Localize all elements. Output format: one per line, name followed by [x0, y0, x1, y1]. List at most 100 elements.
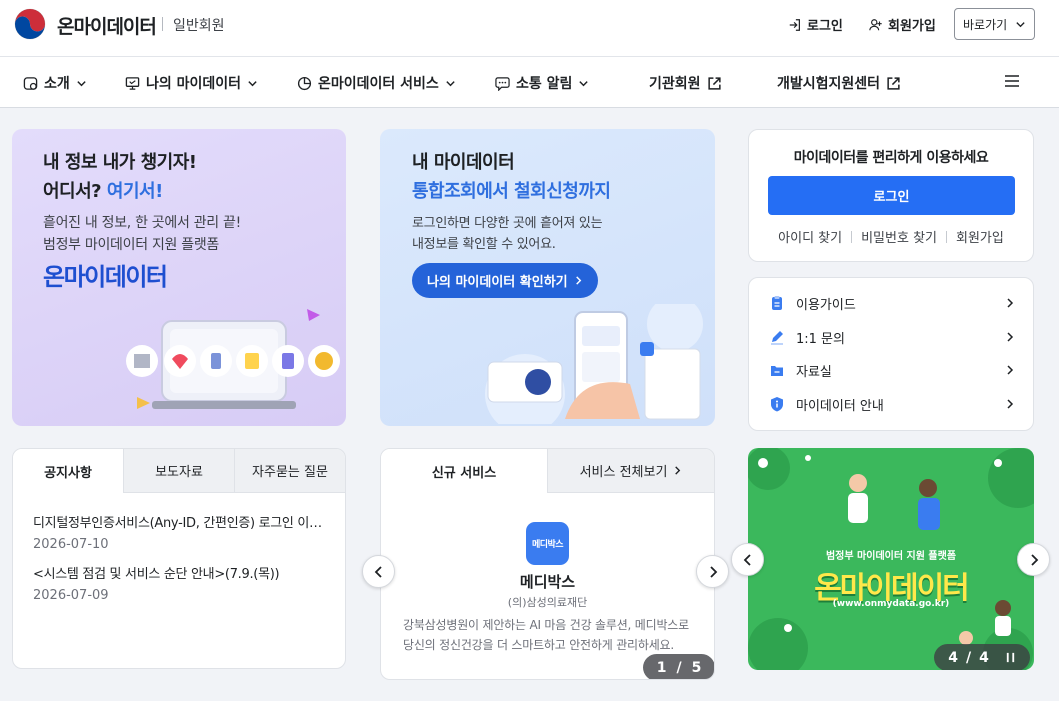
link-divider	[851, 230, 853, 243]
external-link-icon	[707, 76, 721, 90]
info-shield-icon	[771, 397, 783, 412]
notice-title: <시스템 점검 및 서비스 순단 안내>(7.9.(목))	[33, 567, 280, 582]
pager-total: 5	[691, 659, 702, 676]
quick-menu-card: 이용가이드 1:1 문의 자료실 마이데이터 안내	[748, 277, 1034, 431]
hero2-desc1: 로그인하면 다양한 곳에 흩어져 있는	[412, 216, 603, 231]
intro-icon	[23, 76, 38, 90]
chevron-right-icon	[709, 565, 717, 578]
nav-onmydata-service[interactable]: 온마이데이터 서비스	[297, 73, 456, 93]
signup-link[interactable]: 회원가입	[956, 227, 1004, 246]
pause-icon[interactable]	[1005, 652, 1016, 663]
chevron-right-icon	[675, 466, 681, 475]
main-nav: 소개 나의 마이데이터 온마이데이터 서비스 소통 알림 기관회원 개발시험지원…	[0, 57, 1059, 108]
chevron-right-icon	[1007, 365, 1014, 375]
pager-current: 1	[656, 659, 667, 676]
medibox-logo[interactable]: 메디박스	[526, 522, 569, 565]
hero-card-intro[interactable]: 내 정보 내가 챙기자! 어디서? 여기서! 흩어진 내 정보, 한 곳에서 관…	[12, 129, 346, 426]
nav-my-mydata-label: 나의 마이데이터	[146, 76, 242, 92]
chevron-down-icon	[579, 80, 589, 86]
goto-label: 바로가기	[963, 17, 1008, 32]
nav-dev-test-label: 개발시험지원센터	[777, 76, 881, 92]
pie-chart-icon	[297, 76, 312, 90]
menu-mydata-guide-label: 마이데이터 안내	[796, 398, 884, 414]
service-prev-button[interactable]	[362, 555, 395, 588]
menu-mydata-guide[interactable]: 마이데이터 안내	[749, 389, 1033, 419]
nav-onmydata-service-label: 온마이데이터 서비스	[318, 76, 439, 92]
login-button[interactable]: 로그인	[768, 176, 1015, 215]
goto-dropdown[interactable]: 바로가기	[954, 8, 1035, 40]
chevron-left-icon	[743, 553, 751, 566]
clipboard-icon	[772, 296, 782, 310]
tab-new-service[interactable]: 신규 서비스	[381, 449, 547, 493]
menu-resources[interactable]: 자료실	[749, 355, 1033, 385]
chat-bubble-icon	[495, 76, 510, 91]
chevron-down-icon	[77, 80, 86, 86]
chevron-right-icon	[1007, 399, 1014, 409]
nav-intro[interactable]: 소개	[23, 73, 87, 93]
cta-label: 나의 마이데이터 확인하기	[427, 275, 568, 290]
menu-inquiry-label: 1:1 문의	[796, 331, 845, 347]
chevron-right-icon	[1007, 332, 1014, 342]
chevron-down-icon	[446, 80, 455, 86]
notice-item[interactable]: <시스템 점검 및 서비스 순단 안내>(7.9.(목)) 2026-07-09	[33, 563, 333, 603]
menu-usage-guide-label: 이용가이드	[796, 297, 856, 313]
find-id-link[interactable]: 아이디 찾기	[778, 227, 842, 246]
tab-all-services-label: 서비스 전체보기	[579, 465, 668, 480]
chevron-down-icon	[1016, 21, 1025, 27]
menu-usage-guide[interactable]: 이용가이드	[749, 288, 1033, 318]
hero-card-mydata[interactable]: 내 마이데이터 통합조회에서 철회신청까지 로그인하면 다양한 곳에 흩어져 있…	[380, 129, 715, 426]
menu-inquiry[interactable]: 1:1 문의	[749, 322, 1033, 352]
service-org: (의)삼성의료재단	[507, 596, 588, 609]
tab-notice[interactable]: 공지사항	[13, 449, 123, 493]
tab-faq[interactable]: 자주묻는 질문	[234, 449, 345, 493]
tab-all-services[interactable]: 서비스 전체보기	[547, 449, 714, 493]
header-login-link[interactable]: 로그인	[788, 15, 843, 34]
external-link-icon	[887, 76, 900, 90]
hero1-line2-a: 어디서?	[43, 181, 102, 202]
chevron-right-icon	[1007, 298, 1014, 308]
nav-communication-label: 소통 알림	[516, 76, 573, 92]
pager-current: 4	[948, 649, 958, 666]
tab-press[interactable]: 보도자료	[123, 449, 234, 493]
pager-total: 4	[979, 649, 989, 666]
nav-institution-member[interactable]: 기관회원	[649, 73, 722, 93]
banner-next-button[interactable]	[1017, 543, 1050, 576]
service-name[interactable]: 메디박스	[381, 571, 714, 592]
account-links: 아이디 찾기 비밀번호 찾기 회원가입	[749, 227, 1033, 246]
chevron-right-icon	[575, 276, 581, 285]
brand-divider	[162, 17, 163, 31]
service-next-button[interactable]	[696, 555, 729, 588]
promo-banner[interactable]: 범정부 마이데이터 지원 플랫폼 온마이데이터 (www.onmydata.go…	[748, 448, 1034, 670]
notice-board: 공지사항 보도자료 자주묻는 질문 디지털정부인증서비스(Any-ID, 간편인…	[12, 448, 346, 669]
header-login-label: 로그인	[807, 19, 843, 34]
check-my-mydata-button[interactable]: 나의 마이데이터 확인하기	[412, 263, 598, 298]
hero1-line2-b: 여기서!	[106, 181, 163, 202]
hero1-line1: 내 정보 내가 챙기자!	[43, 152, 197, 173]
notice-date: 2026-07-09	[33, 588, 109, 603]
nav-dev-test-center[interactable]: 개발시험지원센터	[777, 73, 901, 93]
nav-my-mydata[interactable]: 나의 마이데이터	[125, 73, 258, 93]
pencil-icon	[771, 331, 783, 345]
new-service-card: 신규 서비스 서비스 전체보기 메디박스 메디박스 (의)삼성의료재단 강북삼성…	[380, 448, 715, 680]
banner-prev-button[interactable]	[731, 543, 764, 576]
notice-date: 2026-07-10	[33, 537, 109, 552]
hamburger-menu-icon[interactable]	[1004, 74, 1020, 88]
nav-communication[interactable]: 소통 알림	[495, 73, 589, 93]
login-icon	[789, 18, 800, 31]
service-description: 강북삼성병원이 제안하는 AI 마음 건강 솔루션, 메디박스로 당신의 정신건…	[403, 618, 689, 652]
login-card: 마이데이터를 편리하게 이용하세요 로그인 아이디 찾기 비밀번호 찾기 회원가…	[748, 129, 1034, 262]
hero2-line1: 내 마이데이터	[412, 152, 515, 173]
hero2-desc2: 내정보를 확인할 수 있어요.	[412, 237, 556, 252]
notice-item[interactable]: 디지털정부인증서비스(Any-ID, 간편인증) 로그인 이… 2026-07-…	[33, 512, 333, 552]
user-plus-icon	[869, 18, 882, 30]
service-tabs: 신규 서비스 서비스 전체보기	[381, 449, 714, 493]
site-header: 온마이데이터 일반회원 로그인 회원가입 바로가기	[0, 0, 1059, 57]
brand-name[interactable]: 온마이데이터	[57, 12, 157, 39]
header-signup-link[interactable]: 회원가입	[869, 15, 936, 34]
menu-resources-label: 자료실	[796, 364, 832, 380]
government-emblem-icon[interactable]	[12, 6, 48, 42]
find-password-link[interactable]: 비밀번호 찾기	[861, 227, 937, 246]
chevron-left-icon	[374, 565, 382, 578]
chevron-down-icon	[248, 80, 257, 86]
phone-illustration	[485, 304, 703, 424]
